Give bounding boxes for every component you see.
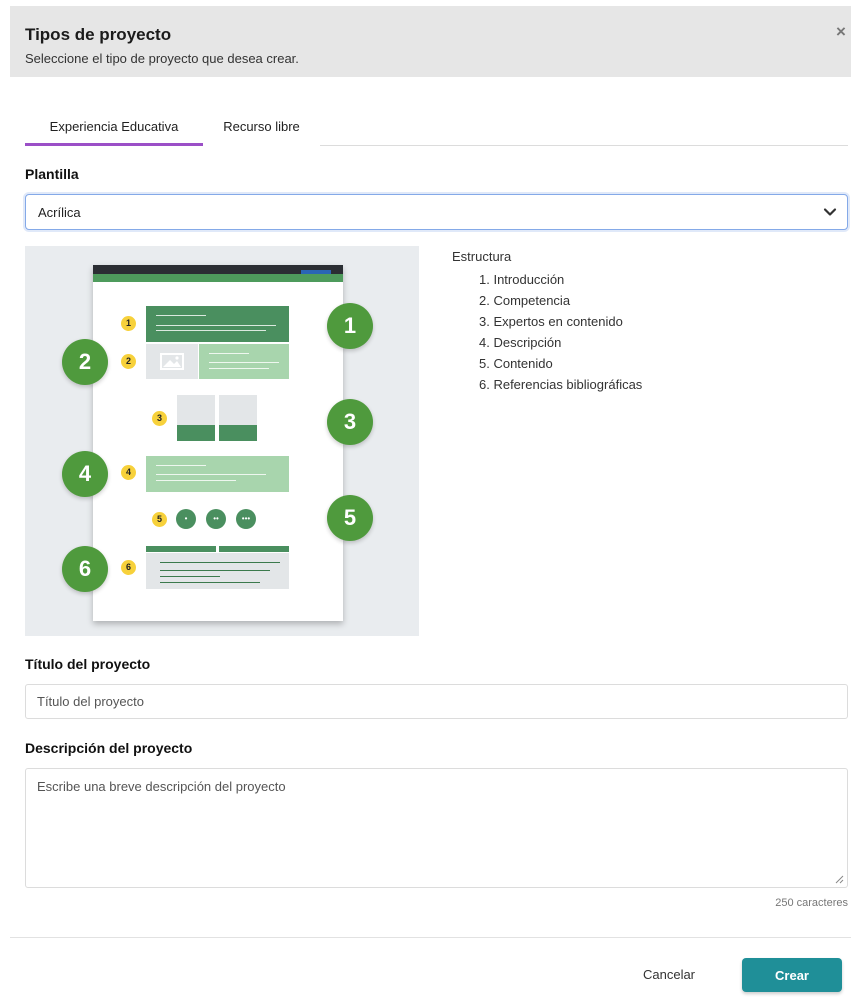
small-badge-2: 2 bbox=[121, 354, 136, 369]
footer-divider bbox=[10, 937, 851, 938]
create-button[interactable]: Crear bbox=[742, 958, 842, 992]
page-header-bar bbox=[93, 274, 343, 282]
small-badge-5: 5 bbox=[152, 512, 167, 527]
large-badge-1: 1 bbox=[327, 303, 373, 349]
large-badge-4: 4 bbox=[62, 451, 108, 497]
resize-handle-icon[interactable] bbox=[834, 874, 844, 884]
small-badge-1: 1 bbox=[121, 316, 136, 331]
template-select[interactable]: Acrílica bbox=[25, 194, 848, 230]
small-badge-3: 3 bbox=[152, 411, 167, 426]
tab-experiencia-educativa[interactable]: Experiencia Educativa bbox=[25, 108, 203, 146]
large-badge-5: 5 bbox=[327, 495, 373, 541]
structure-item: 1. Introducción bbox=[479, 272, 565, 287]
template-preview: • •• ••• 1 2 3 4 5 6 1 2 3 4 5 6 bbox=[25, 246, 419, 636]
modal-subtitle: Seleccione el tipo de proyecto que desea… bbox=[25, 51, 299, 66]
image-icon bbox=[160, 353, 184, 370]
project-title-label: Título del proyecto bbox=[25, 656, 151, 672]
section-competencia-image bbox=[146, 344, 198, 379]
structure-item: 4. Descripción bbox=[479, 335, 562, 350]
small-badge-6: 6 bbox=[121, 560, 136, 575]
project-description-label: Descripción del proyecto bbox=[25, 740, 193, 756]
content-circle-2: •• bbox=[206, 509, 226, 529]
cancel-button[interactable]: Cancelar bbox=[620, 958, 718, 992]
section-experto-card-2 bbox=[219, 395, 257, 425]
section-introduccion bbox=[146, 306, 289, 342]
template-selected-value: Acrílica bbox=[38, 205, 81, 220]
structure-heading: Estructura bbox=[452, 249, 512, 264]
page-topbar bbox=[93, 265, 343, 274]
template-structure: Estructura 1. Introducción 2. Competenci… bbox=[452, 249, 642, 395]
section-descripcion bbox=[146, 456, 289, 492]
section-referencias bbox=[146, 553, 289, 589]
chevron-down-icon bbox=[823, 208, 837, 216]
content-circle-3: ••• bbox=[236, 509, 256, 529]
tab-recurso-libre[interactable]: Recurso libre bbox=[203, 108, 320, 146]
structure-item: 5. Contenido bbox=[479, 356, 553, 371]
structure-item: 3. Expertos en contenido bbox=[479, 314, 623, 329]
content-circle-1: • bbox=[176, 509, 196, 529]
large-badge-6: 6 bbox=[62, 546, 108, 592]
modal-header: Tipos de proyecto Seleccione el tipo de … bbox=[10, 6, 851, 77]
close-icon[interactable]: × bbox=[831, 22, 851, 42]
large-badge-3: 3 bbox=[327, 399, 373, 445]
section-competencia-text bbox=[199, 344, 289, 379]
structure-item: 2. Competencia bbox=[479, 293, 571, 308]
character-counter: 250 caracteres bbox=[775, 897, 848, 909]
modal-title: Tipos de proyecto bbox=[25, 25, 172, 44]
template-label: Plantilla bbox=[25, 166, 79, 182]
structure-item: 6. Referencias bibliográficas bbox=[479, 377, 643, 392]
project-description-textarea[interactable] bbox=[25, 768, 848, 888]
project-title-input[interactable] bbox=[25, 684, 848, 719]
small-badge-4: 4 bbox=[121, 465, 136, 480]
section-experto-card-1 bbox=[177, 395, 215, 425]
project-type-tabs: Experiencia Educativa Recurso libre bbox=[25, 108, 848, 146]
large-badge-2: 2 bbox=[62, 339, 108, 385]
